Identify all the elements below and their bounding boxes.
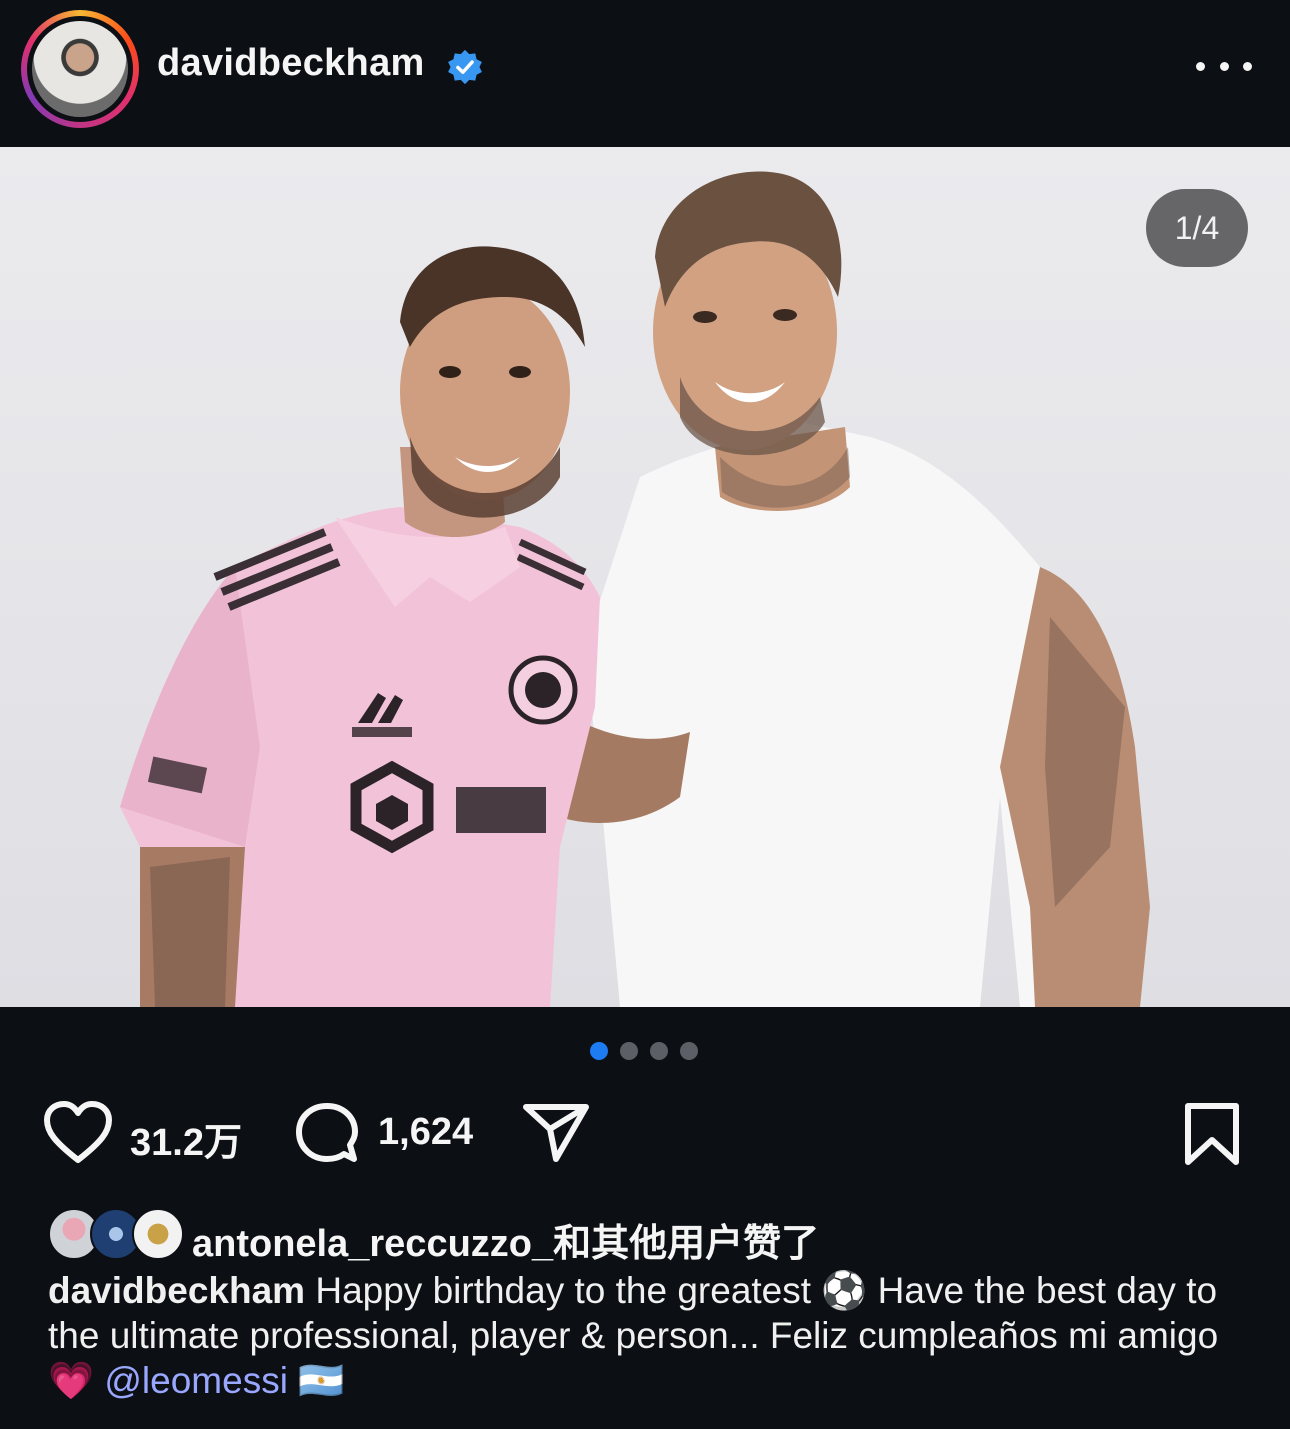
carousel-dot — [650, 1042, 668, 1060]
carousel-dot-active — [590, 1042, 608, 1060]
liked-by-row[interactable]: antonela_reccuzzo_和其他用户赞了 — [48, 1206, 1248, 1265]
like-count[interactable]: 31.2万 — [130, 1111, 242, 1166]
soccer-ball-emoji: ⚽ — [821, 1270, 868, 1311]
argentina-flag-emoji: 🇦🇷 — [298, 1360, 345, 1401]
dot-icon — [1196, 61, 1205, 71]
liker-avatar — [132, 1208, 184, 1260]
bookmark-icon[interactable] — [1184, 1102, 1240, 1166]
dot-icon — [1219, 61, 1229, 71]
avatar[interactable] — [32, 21, 128, 117]
carousel-indicator — [590, 1042, 698, 1060]
caption-username[interactable]: davidbeckham — [48, 1270, 305, 1311]
post-photo-illustration — [120, 171, 1150, 1007]
post-caption: davidbeckham Happy birthday to the great… — [48, 1268, 1248, 1403]
more-options-button[interactable] — [1196, 50, 1252, 82]
verified-badge-icon — [448, 49, 482, 85]
carousel-dot — [620, 1042, 638, 1060]
share-send-icon[interactable] — [522, 1101, 590, 1165]
post-image[interactable] — [0, 147, 1290, 1007]
avatar-border — [27, 16, 133, 122]
carousel-dot — [680, 1042, 698, 1060]
caption-text: Happy birthday to the greatest — [315, 1270, 822, 1311]
liked-by-text[interactable]: antonela_reccuzzo_和其他用户赞了 — [192, 1212, 819, 1267]
image-counter: 1/4 — [1146, 189, 1248, 267]
username[interactable]: davidbeckham — [157, 42, 425, 85]
liker-avatars[interactable] — [48, 1208, 184, 1260]
mention-link[interactable]: @leomessi — [104, 1360, 288, 1401]
story-ring[interactable] — [21, 10, 139, 128]
pink-heart-emoji: 💗 — [48, 1360, 95, 1401]
dot-icon — [1243, 61, 1252, 71]
comment-icon[interactable] — [294, 1101, 360, 1167]
heart-icon[interactable] — [43, 1100, 113, 1166]
comment-count[interactable]: 1,624 — [378, 1111, 473, 1154]
post-header: davidbeckham — [0, 0, 1290, 147]
